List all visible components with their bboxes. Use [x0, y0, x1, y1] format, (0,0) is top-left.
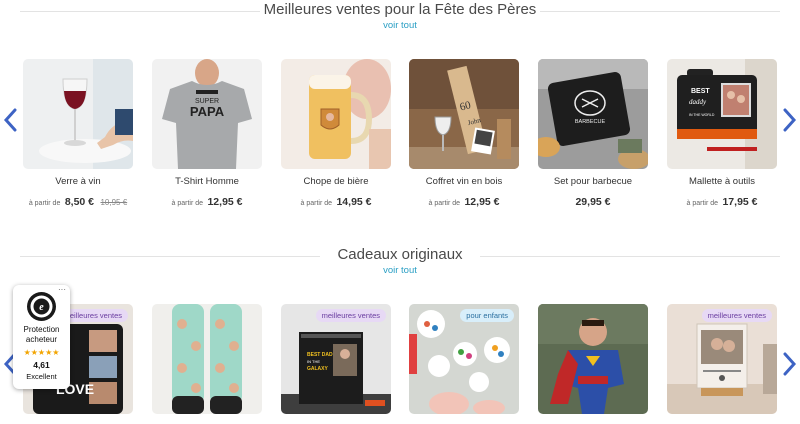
toolbox-print-line3: IN THE WORLD [689, 113, 715, 117]
svg-text:e: e [39, 302, 44, 313]
product-name[interactable]: Verre à vin [13, 176, 143, 187]
trust-badge-widget[interactable]: ··· e Protection acheteur ★★★★★ 4,61 Exc… [13, 285, 70, 389]
status-badge: meilleures ventes [315, 309, 386, 322]
section-title: Meilleures ventes pour la Fête des Pères [263, 1, 537, 18]
product-name[interactable]: Coffret vin en bois [399, 176, 529, 187]
rating-stars: ★★★★★ [23, 348, 60, 357]
product-price: à partir de 12,95 € [428, 196, 500, 208]
section-title: Cadeaux originaux [337, 246, 463, 263]
see-all-link[interactable]: voir tout [0, 20, 800, 31]
tshirt-print-line2: PAPA [190, 104, 225, 119]
calendar-print-line2: IN THE [307, 359, 320, 364]
product-image-music-plaque[interactable]: meilleures ventes [667, 304, 777, 414]
bestsellers-section: Meilleures ventes pour la Fête des Pères… [0, 0, 800, 220]
carousel-next-button[interactable] [780, 108, 798, 132]
product-image-calendar[interactable]: BEST DAD IN THE GALAXY meilleures ventes [281, 304, 391, 414]
product-name[interactable]: Set pour barbecue [528, 176, 658, 187]
product-price: à partir de 17,95 € [686, 196, 758, 208]
product-name[interactable]: Chope de bière [271, 176, 401, 187]
product-name[interactable]: T-Shirt Homme [142, 176, 272, 187]
product-price: à partir de 12,95 € [171, 196, 243, 208]
product-image-wine-glass[interactable] [23, 59, 133, 169]
see-all-link[interactable]: voir tout [0, 265, 800, 276]
product-image-bbq-set[interactable]: BARBECUE [538, 59, 648, 169]
bbq-case-text: BARBECUE [575, 119, 606, 125]
toolbox-print-line2: daddy [689, 98, 707, 106]
product-image-plush[interactable] [538, 304, 648, 414]
product-price: à partir de 14,95 € [300, 196, 372, 208]
toolbox-print-line1: BEST [691, 88, 710, 95]
originals-section: Cadeaux originaux voir tout LOVE meilleu… [0, 240, 800, 424]
product-price: à partir de 8,50 € 10,95 € [28, 196, 128, 208]
rating-score: 4,61 [33, 360, 50, 370]
product-image-toolbox[interactable]: BEST daddy IN THE WORLD [667, 59, 777, 169]
chevron-right-icon [783, 352, 797, 376]
product-image-card-game[interactable]: pour enfants [409, 304, 519, 414]
carousel-prev-button[interactable] [2, 108, 20, 132]
rating-word: Excellent [26, 372, 57, 381]
status-badge: pour enfants [460, 309, 514, 322]
carousel-next-button[interactable] [780, 352, 798, 376]
calendar-print-line1: BEST DAD [307, 352, 333, 358]
status-badge: meilleures ventes [701, 309, 772, 322]
calendar-print-line3: GALAXY [307, 366, 329, 372]
product-image-beer-mug[interactable] [281, 59, 391, 169]
trust-badge-menu-icon[interactable]: ··· [58, 285, 66, 294]
product-image-tshirt[interactable]: SUPER PAPA [152, 59, 262, 169]
product-price: 29,95 € [575, 196, 611, 208]
trusted-shops-seal-icon: e [27, 292, 56, 321]
product-image-socks[interactable] [152, 304, 262, 414]
product-image-wine-box[interactable]: 60 John [409, 59, 519, 169]
chevron-left-icon [3, 108, 17, 132]
product-name[interactable]: Mallette à outils [657, 176, 787, 187]
chevron-right-icon [783, 108, 797, 132]
trust-badge-label: Protection acheteur [23, 325, 60, 344]
